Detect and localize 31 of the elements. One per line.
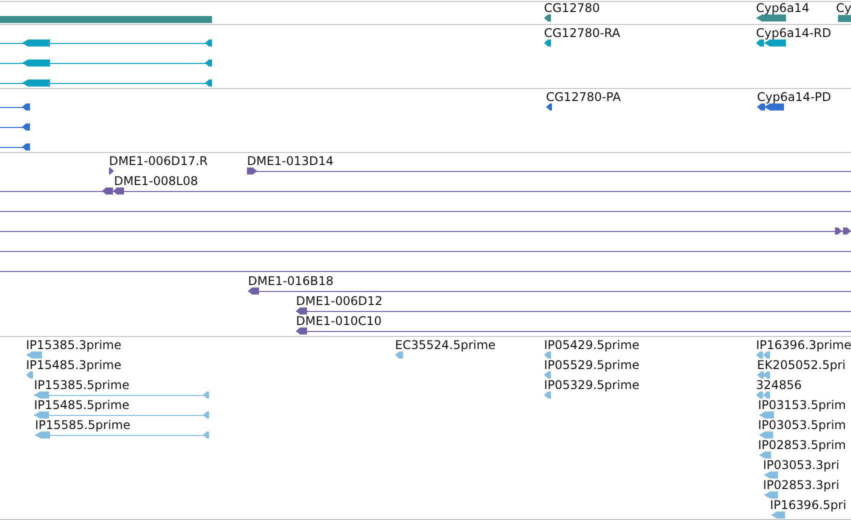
feature-label: IP05329.5prime (544, 378, 640, 392)
feature-label: DME1-008L08 (114, 174, 198, 188)
feature-label: 324856 (756, 378, 802, 392)
feature-label: IP15585.5prime (35, 418, 130, 432)
feature-label: EC35524.5prime (395, 338, 496, 352)
feature-label: IP03053.5prim (758, 418, 846, 432)
feature-label: IP15485.5prime (34, 398, 130, 412)
feature-label: IP03153.5prim (758, 398, 846, 412)
feature-label: CG12780-RA (544, 26, 620, 40)
feature-label: Cyp6a14 (756, 1, 810, 15)
feature-label: IP16396.3prime (756, 338, 851, 352)
feature-label: CG12780-PA (546, 90, 621, 104)
feature-label: DME1-010C10 (296, 314, 382, 328)
feature-label: IP15385.5prime (34, 378, 130, 392)
feature-label: IP02853.3pri (763, 478, 840, 492)
feature-label: Cyp6a14-PD (757, 90, 832, 104)
feature-label: Cyp6a14-RD (756, 26, 832, 40)
feature-label: IP15385.3prime (26, 338, 122, 352)
feature-label: IP02853.5prim (758, 438, 846, 452)
feature-label: Cy (836, 1, 851, 15)
feature-label: DME1-016B18 (248, 274, 334, 288)
feature-label: IP16396.5pri (770, 498, 846, 512)
feature-label: EK205052.5pri (757, 358, 846, 372)
feature-label: IP05529.5prime (544, 358, 640, 372)
feature-label: DME1-006D12 (296, 294, 383, 308)
feature-label: DME1-013D14 (247, 154, 334, 168)
feature-label: IP05429.5prime (544, 338, 640, 352)
feature-label: CG12780 (544, 1, 600, 15)
feature-label: DME1-006D17.R (109, 154, 208, 168)
feature-label: IP03053.3pri (763, 458, 840, 472)
feature-label: IP15485.3prime (26, 358, 122, 372)
